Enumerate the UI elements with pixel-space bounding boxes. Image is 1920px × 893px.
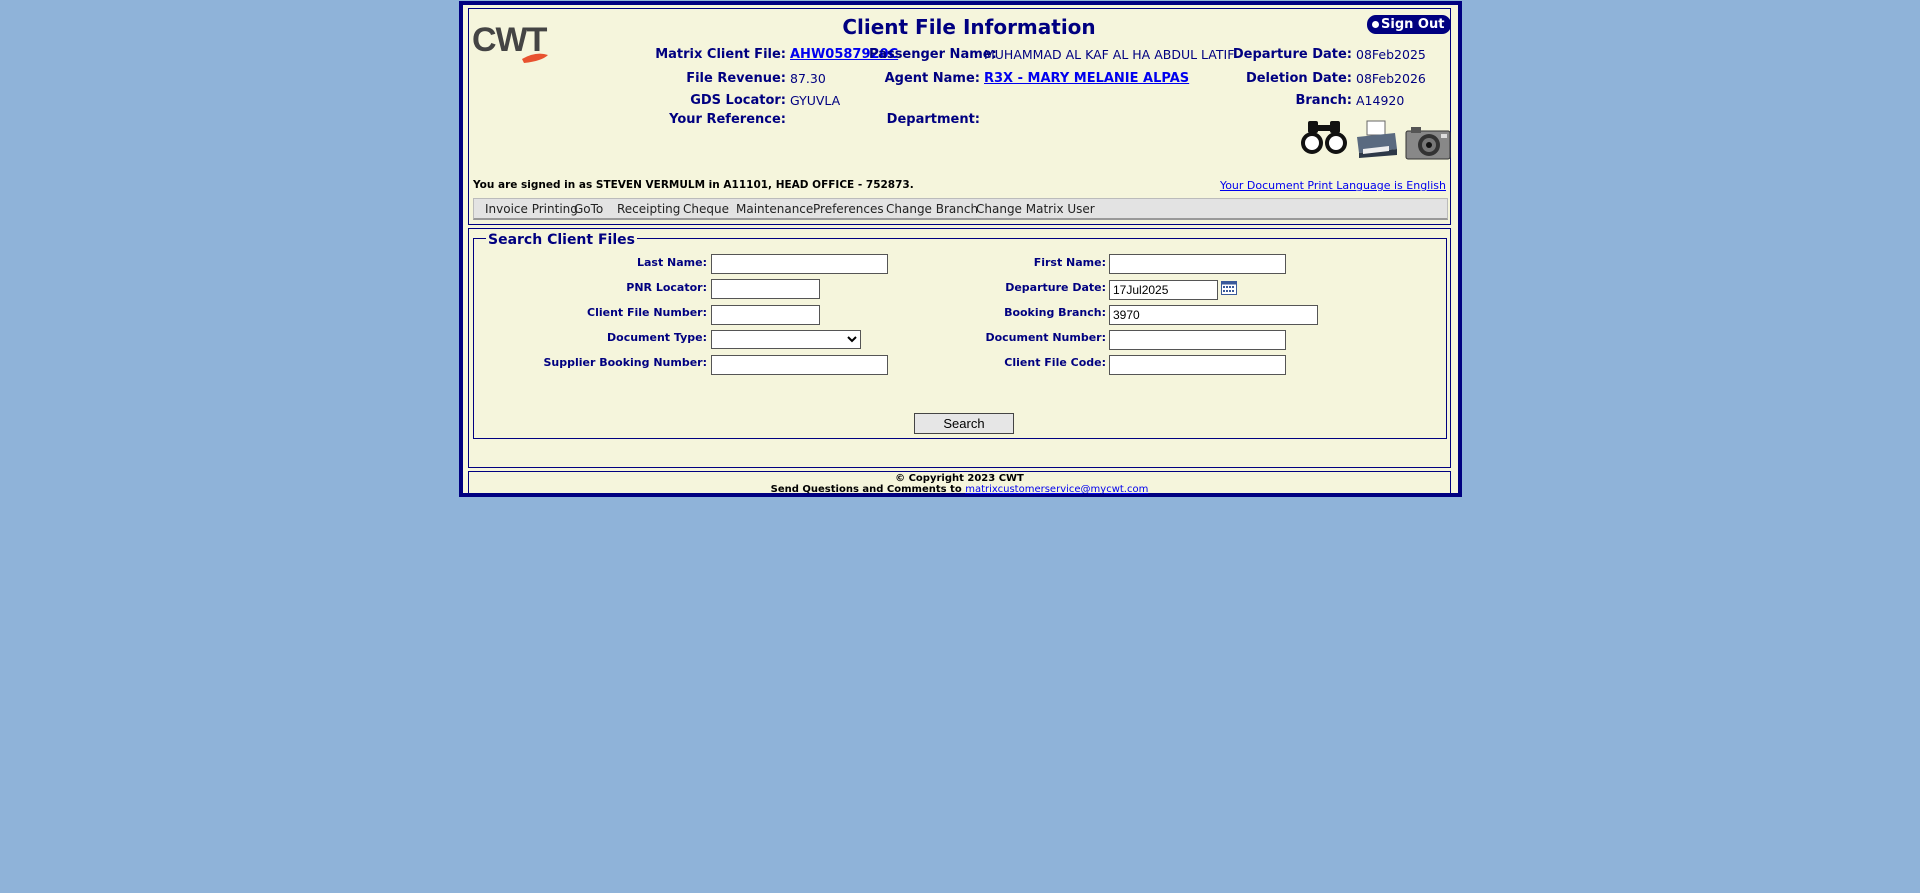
client-file-code-input[interactable]	[1109, 355, 1286, 375]
pnr-locator-input[interactable]	[711, 279, 820, 299]
document-number-input[interactable]	[1109, 330, 1286, 350]
file-revenue-value: 87.30	[790, 71, 826, 86]
menu-change-matrix-user[interactable]: Change Matrix User	[976, 202, 1095, 216]
client-file-number-label: Client File Number:	[587, 306, 707, 319]
booking-branch-input[interactable]	[1109, 305, 1318, 325]
menu-maintenance[interactable]: Maintenance	[736, 202, 813, 216]
client-file-header: CWT Client File Information Sign Out Mat…	[468, 8, 1452, 225]
search-legend: Search Client Files	[486, 232, 637, 248]
client-file-code-label: Client File Code:	[1004, 356, 1106, 369]
questions-text: Send Questions and Comments to	[770, 484, 962, 495]
branch-value: A14920	[1356, 93, 1405, 108]
document-number-label: Document Number:	[985, 331, 1106, 344]
agent-name-label: Agent Name:	[884, 71, 980, 86]
your-reference-label: Your Reference:	[669, 112, 786, 127]
passenger-name-label: Passenger Name:	[869, 47, 997, 62]
first-name-label: First Name:	[1033, 256, 1106, 269]
printer-icon[interactable]	[1355, 119, 1399, 159]
search-panel: Search Client Files Last Name: PNR Locat…	[468, 228, 1451, 468]
support-email-link[interactable]: matrixcustomerservice@mycwt.com	[965, 484, 1148, 495]
copyright-text: © Copyright 2023 CWT	[895, 473, 1024, 484]
footer: © Copyright 2023 CWT Send Questions and …	[468, 471, 1451, 497]
passenger-name-value: MUHAMMAD AL KAF AL HA ABDUL LATIF	[984, 47, 1235, 62]
document-type-label: Document Type:	[607, 331, 707, 344]
last-name-label: Last Name:	[636, 256, 707, 269]
deletion-date-value: 08Feb2026	[1356, 71, 1426, 86]
sign-out-button[interactable]: Sign Out	[1367, 15, 1452, 34]
menu-preferences[interactable]: Preferences	[813, 202, 884, 216]
search-fieldset: Search Client Files Last Name: PNR Locat…	[473, 232, 1447, 439]
agent-name-link[interactable]: R3X - MARY MELANIE ALPAS	[984, 71, 1189, 86]
menu-change-branch[interactable]: Change Branch	[886, 202, 978, 216]
client-file-number-input[interactable]	[711, 305, 820, 325]
gds-locator-value: GYUVLA	[790, 93, 841, 108]
menu-cheque[interactable]: Cheque	[683, 202, 729, 216]
file-revenue-label: File Revenue:	[686, 71, 786, 86]
department-label: Department:	[886, 112, 980, 127]
page-title: Client File Information	[842, 15, 1096, 39]
supplier-booking-number-label: Supplier Booking Number:	[543, 356, 707, 369]
signed-in-text: You are signed in as STEVEN VERMULM in A…	[473, 179, 914, 191]
cwt-logo: CWT	[472, 21, 567, 65]
menu-invoice-printing[interactable]: Invoice Printing	[485, 202, 578, 216]
cwt-logo-graphic: CWT	[472, 21, 549, 63]
menu-bar: Invoice Printing GoTo Receipting Cheque …	[473, 198, 1448, 220]
last-name-input[interactable]	[711, 254, 888, 274]
supplier-booking-number-input[interactable]	[711, 355, 888, 375]
branch-label: Branch:	[1295, 93, 1352, 108]
first-name-input[interactable]	[1109, 254, 1286, 274]
binoculars-icon[interactable]	[1299, 117, 1351, 157]
pnr-locator-label: PNR Locator:	[626, 281, 707, 294]
search-button[interactable]: Search	[914, 413, 1014, 434]
departure-date-search-label: Departure Date:	[1005, 281, 1106, 294]
main-frame: CWT Client File Information Sign Out Mat…	[459, 1, 1462, 497]
frame-inner: CWT Client File Information Sign Out Mat…	[463, 5, 1458, 497]
svg-text:CWT: CWT	[472, 21, 548, 59]
calendar-icon[interactable]	[1221, 280, 1237, 295]
menu-receipting[interactable]: Receipting	[617, 202, 680, 216]
menu-goto[interactable]: GoTo	[574, 202, 603, 216]
gds-locator-label: GDS Locator:	[690, 93, 786, 108]
contact-line: Send Questions and Comments to matrixcus…	[469, 484, 1450, 495]
deletion-date-label: Deletion Date:	[1245, 71, 1352, 86]
camera-icon[interactable]	[1405, 125, 1451, 161]
departure-date-label: Departure Date:	[1232, 47, 1352, 62]
departure-date-input[interactable]	[1109, 280, 1218, 300]
sign-out-label: Sign Out	[1381, 17, 1445, 32]
print-language-link[interactable]: Your Document Print Language is English	[1220, 179, 1446, 192]
sign-out-dot-icon	[1372, 21, 1379, 28]
document-type-select[interactable]	[711, 330, 861, 349]
departure-date-value: 08Feb2025	[1356, 47, 1426, 62]
booking-branch-label: Booking Branch:	[1004, 306, 1106, 319]
matrix-client-file-label: Matrix Client File:	[655, 47, 786, 62]
